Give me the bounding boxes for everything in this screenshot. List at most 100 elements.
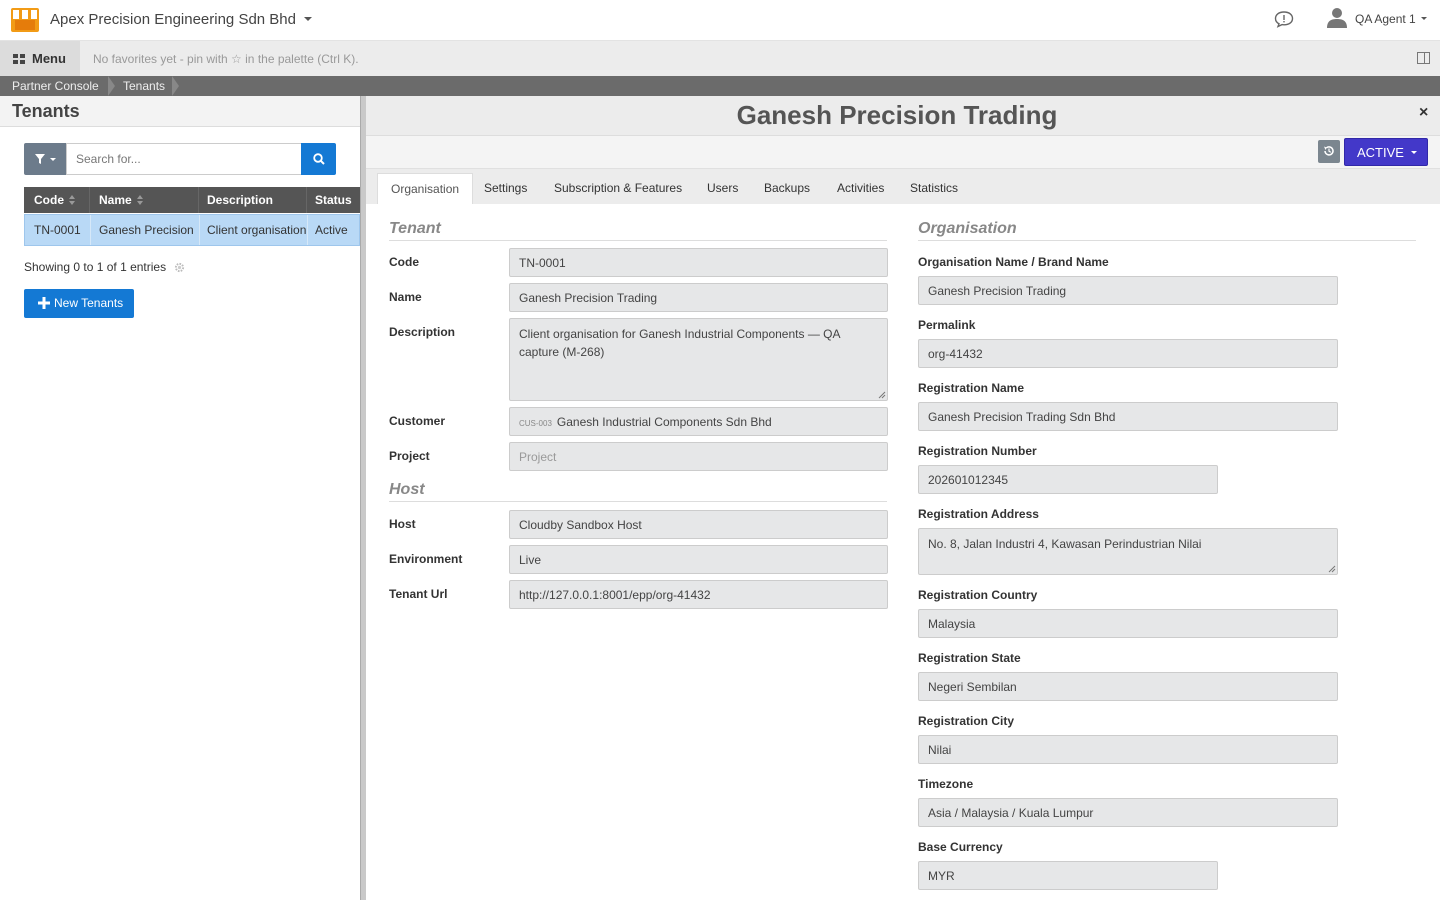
registration-city-field[interactable]: Nilai bbox=[918, 735, 1338, 764]
customer-field[interactable]: CUS-003 Ganesh Industrial Components Sdn … bbox=[509, 407, 888, 436]
column-header-status[interactable]: Status bbox=[315, 187, 352, 213]
favorites-hint: No favorites yet - pin with ☆ in the pal… bbox=[93, 52, 359, 66]
registration-name-label: Registration Name bbox=[918, 381, 1025, 395]
column-header-code[interactable]: Code bbox=[34, 187, 64, 213]
column-divider bbox=[306, 187, 307, 213]
list-header: Tenants bbox=[0, 96, 360, 127]
search-input[interactable] bbox=[66, 143, 302, 175]
sort-icon[interactable] bbox=[69, 195, 75, 205]
chevron-down-icon[interactable] bbox=[304, 17, 312, 21]
record-tabs: Organisation Settings Subscription & Fea… bbox=[366, 169, 1440, 204]
column-header-description[interactable]: Description bbox=[207, 187, 273, 213]
chevron-down-icon[interactable] bbox=[1421, 17, 1427, 20]
org-name-field[interactable]: Ganesh Precision Trading bbox=[918, 276, 1338, 305]
table-row[interactable]: TN-0001 Ganesh Precision Trading Client … bbox=[24, 214, 360, 246]
filter-button[interactable] bbox=[24, 143, 66, 175]
breadcrumb-partner-console[interactable]: Partner Console bbox=[12, 76, 99, 96]
close-icon[interactable]: × bbox=[1419, 104, 1428, 122]
environment-field[interactable]: Live bbox=[509, 545, 888, 574]
tenant-detail-panel: Ganesh Precision Trading × ACTIVE Organi… bbox=[366, 96, 1440, 900]
user-menu[interactable]: QA Agent 1 bbox=[1355, 12, 1416, 26]
name-label: Name bbox=[389, 290, 422, 304]
gear-icon[interactable] bbox=[174, 262, 185, 273]
environment-label: Environment bbox=[389, 552, 463, 566]
registration-state-field[interactable]: Negeri Sembilan bbox=[918, 672, 1338, 701]
cell-name: Ganesh Precision Trading bbox=[99, 223, 196, 237]
customer-name: Ganesh Industrial Components Sdn Bhd bbox=[556, 415, 772, 429]
breadcrumb-separator bbox=[108, 76, 115, 96]
section-organisation: Organisation bbox=[918, 220, 1017, 237]
company-switcher[interactable]: Apex Precision Engineering Sdn Bhd bbox=[50, 11, 296, 28]
description-label: Description bbox=[389, 325, 456, 339]
customer-code-badge: CUS-003 bbox=[519, 419, 552, 428]
tab-organisation[interactable]: Organisation bbox=[377, 173, 474, 204]
record-title: Ganesh Precision Trading bbox=[736, 100, 1058, 130]
description-text: Client organisation for Ganesh Industria… bbox=[519, 327, 840, 359]
tab-users[interactable]: Users bbox=[707, 173, 738, 204]
tab-activities[interactable]: Activities bbox=[837, 173, 884, 204]
code-label: Code bbox=[389, 255, 419, 269]
base-currency-field[interactable]: MYR bbox=[918, 861, 1218, 890]
code-field[interactable]: TN-0001 bbox=[509, 248, 888, 277]
pagination-info: Showing 0 to 1 of 1 entries bbox=[24, 260, 167, 274]
project-field[interactable]: Project bbox=[509, 442, 888, 471]
project-label: Project bbox=[389, 449, 430, 463]
name-field[interactable]: Ganesh Precision Trading bbox=[509, 283, 888, 312]
record-header: Ganesh Precision Trading × bbox=[366, 96, 1440, 136]
panel-toggle-icon[interactable] bbox=[1417, 52, 1430, 64]
permalink-field[interactable]: org-41432 bbox=[918, 339, 1338, 368]
status-dropdown-button[interactable]: ACTIVE bbox=[1344, 138, 1428, 166]
plus-icon bbox=[38, 297, 50, 309]
tenant-url-field[interactable]: http://127.0.0.1:8001/epp/org-41432 bbox=[509, 580, 888, 609]
chat-icon[interactable] bbox=[1274, 10, 1294, 28]
app-logo-icon[interactable] bbox=[11, 8, 39, 32]
user-avatar-icon[interactable] bbox=[1326, 6, 1348, 28]
cell-description: Client organisation for Ganesh Industria… bbox=[207, 223, 306, 237]
resize-handle-icon[interactable] bbox=[878, 391, 886, 399]
history-icon bbox=[1324, 146, 1334, 156]
description-field[interactable]: Client organisation for Ganesh Industria… bbox=[509, 318, 888, 401]
permalink-label: Permalink bbox=[918, 318, 976, 332]
host-field[interactable]: Cloudby Sandbox Host bbox=[509, 510, 888, 539]
search-button[interactable] bbox=[301, 143, 336, 175]
column-header-name[interactable]: Name bbox=[99, 187, 132, 213]
record-toolbar: ACTIVE bbox=[366, 136, 1440, 169]
tab-statistics[interactable]: Statistics bbox=[910, 173, 958, 204]
registration-address-field[interactable]: No. 8, Jalan Industri 4, Kawasan Perindu… bbox=[918, 528, 1338, 575]
timezone-field[interactable]: Asia / Malaysia / Kuala Lumpur bbox=[918, 798, 1338, 827]
search-icon bbox=[313, 153, 325, 165]
new-tenant-button[interactable]: New Tenants bbox=[24, 289, 134, 318]
registration-address-label: Registration Address bbox=[918, 507, 1039, 521]
tenant-list-panel: Tenants Code Name Description Status TN-… bbox=[0, 96, 360, 900]
section-tenant: Tenant bbox=[389, 220, 441, 237]
registration-city-label: Registration City bbox=[918, 714, 1015, 728]
new-tenant-label: New Tenants bbox=[54, 296, 124, 310]
column-divider bbox=[199, 215, 200, 245]
timezone-label: Timezone bbox=[918, 777, 974, 791]
list-title: Tenants bbox=[12, 101, 80, 121]
grid-icon bbox=[13, 54, 25, 64]
cell-code: TN-0001 bbox=[34, 223, 81, 237]
sort-icon[interactable] bbox=[137, 195, 143, 205]
registration-country-field[interactable]: Malaysia bbox=[918, 609, 1338, 638]
menu-button[interactable]: Menu bbox=[0, 41, 80, 77]
breadcrumb-separator bbox=[172, 76, 179, 96]
tab-backups[interactable]: Backups bbox=[764, 173, 810, 204]
breadcrumb-tenants[interactable]: Tenants bbox=[123, 76, 165, 96]
registration-state-label: Registration State bbox=[918, 651, 1021, 665]
registration-address-text: No. 8, Jalan Industri 4, Kawasan Perindu… bbox=[928, 537, 1202, 551]
breadcrumb: Partner Console Tenants bbox=[0, 76, 1440, 96]
table-header: Code Name Description Status bbox=[24, 187, 360, 213]
registration-name-field[interactable]: Ganesh Precision Trading Sdn Bhd bbox=[918, 402, 1338, 431]
filter-icon bbox=[35, 154, 45, 164]
section-divider bbox=[389, 501, 887, 502]
menu-label: Menu bbox=[32, 51, 66, 66]
reset-button[interactable] bbox=[1318, 140, 1340, 163]
resize-handle-icon[interactable] bbox=[1328, 565, 1336, 573]
top-bar: Apex Precision Engineering Sdn Bhd QA Ag… bbox=[0, 0, 1440, 40]
chevron-down-icon bbox=[1411, 151, 1417, 154]
registration-number-field[interactable]: 202601012345 bbox=[918, 465, 1218, 494]
tab-settings[interactable]: Settings bbox=[484, 173, 527, 204]
tab-subscription-features[interactable]: Subscription & Features bbox=[554, 173, 682, 204]
section-host: Host bbox=[389, 481, 425, 498]
